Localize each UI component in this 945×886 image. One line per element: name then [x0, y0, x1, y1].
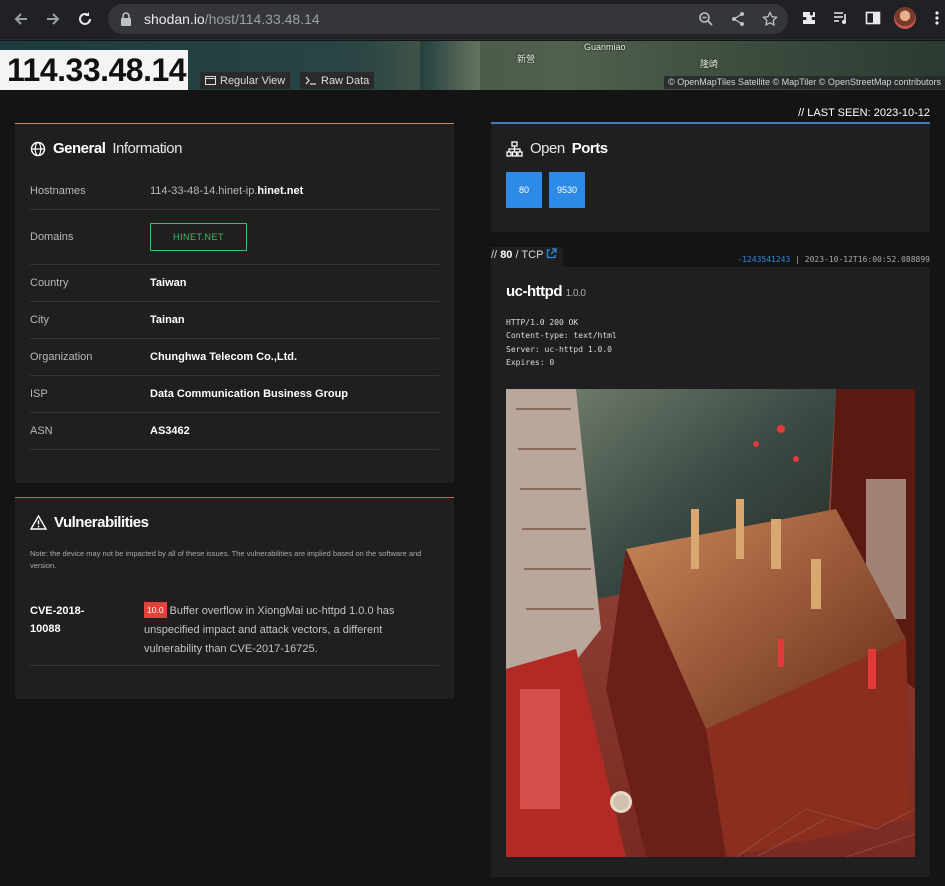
url-host: shodan.io: [144, 11, 205, 27]
vulnerability-row: CVE-2018- 10088 10.0 Buffer overflow in X…: [30, 592, 439, 666]
last-seen-bar: // LAST SEEN: 2023-10-12: [491, 107, 930, 123]
service-screenshot[interactable]: [506, 389, 915, 857]
side-panel-icon[interactable]: [862, 6, 884, 30]
hostname-prefix: 114-33-48-14.hinet-ip.: [150, 185, 258, 197]
lock-icon: [120, 12, 134, 26]
port-button-9530[interactable]: 9530: [549, 172, 585, 208]
service-meta: -1243541243 | 2023-10-12T16:00:52.088899: [737, 255, 930, 264]
row-key: Hostnames: [30, 185, 86, 197]
service-banner: HTTP/1.0 200 OK Content-type: text/html …: [506, 318, 617, 367]
card-title-bold: Ports: [571, 140, 608, 157]
row-key: ISP: [30, 388, 48, 400]
service-port: 80: [500, 249, 513, 261]
service-separator: |: [795, 255, 800, 264]
cve-description: Buffer overflow in XiongMai uc-httpd 1.0…: [144, 605, 395, 655]
city-value: Tainan: [150, 314, 185, 326]
row-key: Country: [30, 277, 69, 289]
zoom-icon[interactable]: [696, 9, 716, 29]
service-version: 1.0.0: [565, 288, 586, 299]
regular-view-label: Regular View: [220, 74, 286, 87]
browser-toolbar: shodan.io/host/114.33.48.14: [0, 0, 945, 40]
window-icon: [205, 76, 216, 85]
regular-view-button[interactable]: Regular View: [200, 72, 291, 89]
share-icon[interactable]: [728, 9, 748, 29]
vulnerabilities-card: Vulnerabilities Note: the device may not…: [15, 497, 454, 699]
media-queue-icon[interactable]: [830, 6, 852, 30]
globe-icon: [30, 141, 46, 156]
raw-data-button[interactable]: Raw Data: [300, 72, 375, 89]
info-row-city: City Tainan: [30, 302, 439, 339]
service-port-tab: // 80 / TCP: [491, 247, 564, 267]
service-protocol: / TCP: [515, 249, 544, 261]
card-title: General Information: [30, 140, 182, 157]
row-key: ASN: [30, 425, 53, 437]
service-timestamp: 2023-10-12T16:00:52.088899: [804, 255, 930, 264]
info-row-organization: Organization Chunghwa Telecom Co.,Ltd.: [30, 339, 439, 376]
card-title: Vulnerabilities: [30, 514, 149, 531]
address-bar[interactable]: shodan.io/host/114.33.48.14: [108, 4, 788, 34]
extensions-icon[interactable]: [798, 6, 820, 30]
organization-value: Chunghwa Telecom Co.,Ltd.: [150, 351, 298, 363]
terminal-icon: [305, 76, 316, 85]
forward-icon[interactable]: [37, 3, 69, 35]
cve-id-line: CVE-2018-: [30, 605, 85, 617]
service-hash[interactable]: -1243541243: [737, 255, 790, 264]
info-row-domains: Domains HINET.NET: [30, 210, 439, 265]
vulnerabilities-note: Note: the device may not be impacted by …: [30, 549, 422, 570]
row-key: City: [30, 314, 49, 326]
card-title-light: Information: [112, 140, 182, 157]
info-row-hostnames: Hostnames 114-33-48-14.hinet-ip.hinet.ne…: [30, 173, 439, 210]
service-product: uc-httpd: [506, 283, 562, 300]
last-seen-text: // LAST SEEN: 2023-10-12: [798, 107, 930, 119]
hostname-domain: hinet.net: [257, 185, 304, 197]
url-path: /host/114.33.48.14: [204, 11, 320, 27]
info-row-country: Country Taiwan: [30, 265, 439, 302]
row-key: Organization: [30, 351, 93, 363]
country-value: Taiwan: [150, 277, 187, 289]
domain-badge[interactable]: HINET.NET: [150, 223, 247, 251]
card-title-bold: Vulnerabilities: [54, 514, 149, 531]
row-key: Domains: [30, 231, 74, 243]
network-icon: [506, 140, 523, 157]
bookmark-star-icon[interactable]: [760, 9, 780, 29]
cve-id-line: 10088: [30, 623, 61, 635]
reload-icon[interactable]: [69, 3, 101, 35]
isp-value: Data Communication Business Group: [150, 388, 349, 400]
map-label: 隆崎: [700, 59, 719, 69]
service-product-heading: uc-httpd 1.0.0: [506, 283, 586, 300]
page-title-ip: 114.33.48.14: [0, 50, 188, 90]
map-label: 新營: [517, 54, 536, 64]
back-icon[interactable]: [5, 3, 37, 35]
menu-kebab-icon[interactable]: [926, 6, 945, 30]
map-attribution[interactable]: © OpenMapTiles Satellite © MapTiler © Op…: [664, 76, 945, 89]
service-header: // 80 / TCP -1243541243 | 2023-10-12T16:…: [491, 247, 930, 267]
external-link-icon[interactable]: [546, 248, 557, 259]
info-row-asn: ASN AS3462: [30, 413, 439, 450]
port-button-80[interactable]: 80: [506, 172, 542, 208]
asn-value: AS3462: [150, 425, 190, 437]
profile-avatar[interactable]: [894, 6, 916, 30]
general-information-card: General Information Hostnames 114-33-48-1…: [15, 123, 454, 483]
map-label: Guanmiao: [584, 42, 626, 52]
service-prefix: //: [491, 249, 498, 261]
info-row-isp: ISP Data Communication Business Group: [30, 376, 439, 413]
service-card: uc-httpd 1.0.0 HTTP/1.0 200 OK Content-t…: [491, 267, 930, 877]
card-title: Open Ports: [506, 140, 608, 157]
cve-id[interactable]: CVE-2018- 10088: [30, 602, 84, 638]
card-title-light: Open: [530, 140, 565, 157]
cvss-score-badge: 10.0: [144, 602, 167, 618]
raw-data-label: Raw Data: [321, 74, 370, 87]
screenshot-image: [506, 389, 915, 857]
cve-description-block: 10.0 Buffer overflow in XiongMai uc-httpd…: [144, 602, 434, 659]
card-title-bold: General: [53, 140, 106, 157]
warning-icon: [30, 515, 47, 530]
